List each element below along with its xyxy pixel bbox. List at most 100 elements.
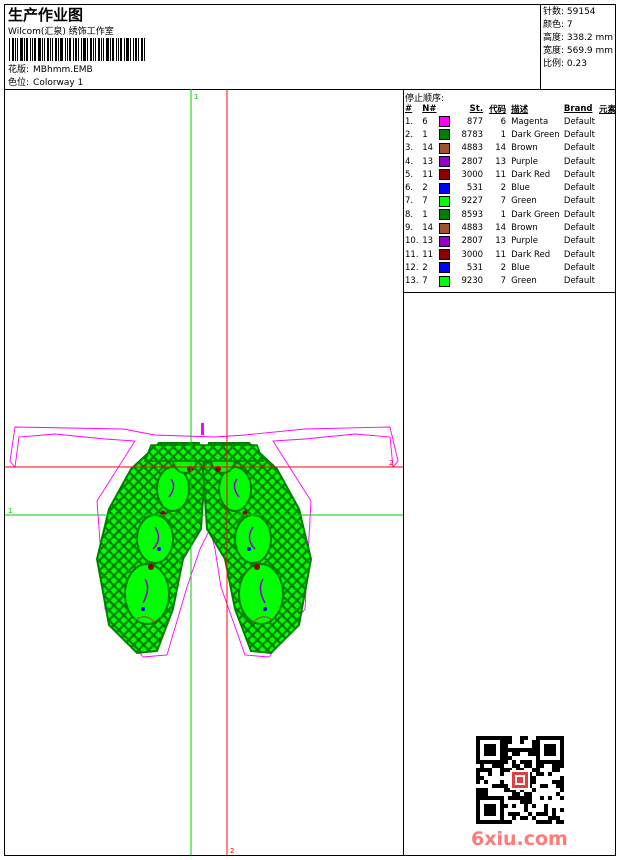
- row-index: 13.: [405, 276, 419, 287]
- table-row: 10. 13 2807 13 Purple Default: [404, 235, 616, 248]
- row-needle: 13: [422, 236, 434, 247]
- row-brand: Default: [563, 196, 595, 207]
- row-stitches: 9230: [461, 276, 484, 287]
- col-header-index: #: [405, 103, 413, 114]
- row-needle: 11: [422, 169, 434, 180]
- row-index: 4.: [405, 156, 414, 167]
- row-swatch: [438, 208, 452, 221]
- row-swatch: [438, 115, 452, 128]
- table-row: 11. 11 3000 11 Dark Red Default: [404, 248, 616, 261]
- guide-label-bottom: 2: [230, 847, 234, 855]
- table-row: 12. 2 531 2 Blue Default: [404, 261, 616, 274]
- col-header-brand: Brand: [563, 103, 593, 114]
- design-scale: 比例: 0.23: [543, 59, 587, 69]
- row-brand: Default: [563, 183, 595, 194]
- color-swatch: [439, 116, 451, 128]
- table-divider: [404, 292, 616, 293]
- row-code: 11: [495, 169, 507, 180]
- row-swatch: [438, 142, 452, 155]
- row-brand: Default: [563, 249, 595, 260]
- row-stitches: 2807: [461, 156, 484, 167]
- color-swatch: [439, 235, 451, 247]
- table-row: 5. 11 3000 11 Dark Red Default: [404, 168, 616, 181]
- row-needle: 1: [422, 129, 428, 140]
- row-description: Brown: [511, 223, 538, 234]
- row-description: Blue: [511, 183, 530, 194]
- row-index: 10.: [405, 236, 419, 247]
- col-header-needle: N#: [422, 103, 437, 114]
- row-code: 1: [500, 209, 507, 220]
- row-code: 7: [500, 196, 507, 207]
- table-row: 1. 6 877 6 Magenta Default: [404, 115, 616, 128]
- row-stitches: 3000: [461, 169, 484, 180]
- stop-sequence-table: # N# St. 代码 描述 Brand 元素 1. 6 877 6 Magenta De…: [404, 102, 616, 288]
- row-swatch: [438, 235, 452, 248]
- color-swatch: [439, 195, 451, 207]
- row-stitches: 2807: [461, 236, 484, 247]
- row-needle: 7: [422, 196, 428, 207]
- row-swatch: [438, 221, 452, 234]
- row-needle: 7: [422, 276, 428, 287]
- row-brand: Default: [563, 262, 595, 273]
- row-needle: 11: [422, 249, 434, 260]
- row-index: 9.: [405, 223, 414, 234]
- row-code: 14: [495, 143, 507, 154]
- row-needle: 14: [422, 143, 434, 154]
- header: 生产作业图 Wilcom(汇泉) 绣饰工作室 花版: MBhmm.EMB 色位: C…: [5, 5, 615, 90]
- row-brand: Default: [563, 223, 595, 234]
- col-header-description: 描述: [511, 104, 529, 115]
- row-index: 2.: [405, 129, 414, 140]
- row-needle: 2: [422, 262, 428, 273]
- watermark-logo: 6xiu.com: [471, 828, 568, 850]
- color-swatch: [439, 182, 451, 194]
- right-motif: [201, 442, 313, 655]
- table-header-row: # N# St. 代码 描述 Brand 元素: [404, 102, 616, 115]
- top-band: [143, 444, 265, 462]
- row-description: Purple: [511, 156, 538, 167]
- col-header-code: 代码: [489, 104, 507, 115]
- col-header-stitches: St.: [469, 103, 484, 114]
- design-file: MBhmm.EMB: [33, 65, 93, 75]
- color-swatch: [439, 156, 451, 168]
- table-row: 3. 14 4883 14 Brown Default: [404, 142, 616, 155]
- row-description: Purple: [511, 236, 538, 247]
- row-code: 7: [500, 276, 507, 287]
- guide-label-right: 2: [389, 459, 393, 467]
- top-marker: [201, 423, 204, 435]
- row-description: Magenta: [511, 116, 549, 127]
- color-swatch: [439, 169, 451, 181]
- row-stitches: 531: [466, 183, 484, 194]
- col-header-swatch: [438, 102, 452, 115]
- table-row: 2. 1 8783 1 Dark Green Default: [404, 128, 616, 141]
- row-code: 11: [495, 249, 507, 260]
- row-index: 3.: [405, 143, 414, 154]
- colorway-label: 色位:: [8, 78, 30, 88]
- color-swatch: [439, 222, 451, 234]
- table-row: 9. 14 4883 14 Brown Default: [404, 221, 616, 234]
- page-title: 生产作业图: [8, 6, 84, 24]
- row-stitches: 4883: [461, 143, 484, 154]
- row-brand: Default: [563, 156, 595, 167]
- production-worksheet: 生产作业图 Wilcom(汇泉) 绣饰工作室 花版: MBhmm.EMB 色位: C…: [4, 4, 616, 856]
- colorway-value: Colorway 1: [33, 78, 84, 88]
- table-row: 6. 2 531 2 Blue Default: [404, 181, 616, 194]
- table-row: 8. 1 8593 1 Dark Green Default: [404, 208, 616, 221]
- design-width: 宽度: 569.9 mm: [543, 46, 614, 56]
- row-brand: Default: [563, 236, 595, 247]
- row-code: 14: [495, 223, 507, 234]
- table-row: 4. 13 2807 13 Purple Default: [404, 155, 616, 168]
- design-stats: 针数: 59154 颜色: 7 高度: 338.2 mm 宽度: 569.9 m…: [540, 5, 615, 89]
- row-needle: 2: [422, 183, 428, 194]
- color-swatch: [439, 129, 451, 141]
- left-motif: [95, 442, 207, 655]
- row-code: 2: [500, 262, 507, 273]
- table-row: 7. 7 9227 7 Green Default: [404, 195, 616, 208]
- row-brand: Default: [563, 116, 595, 127]
- design-preview: 1 2 1 2: [5, 89, 403, 855]
- col-header-element: 元素: [598, 104, 616, 115]
- row-swatch: [438, 275, 452, 288]
- row-needle: 1: [422, 209, 428, 220]
- row-swatch: [438, 195, 452, 208]
- color-swatch: [439, 275, 451, 287]
- row-index: 7.: [405, 196, 414, 207]
